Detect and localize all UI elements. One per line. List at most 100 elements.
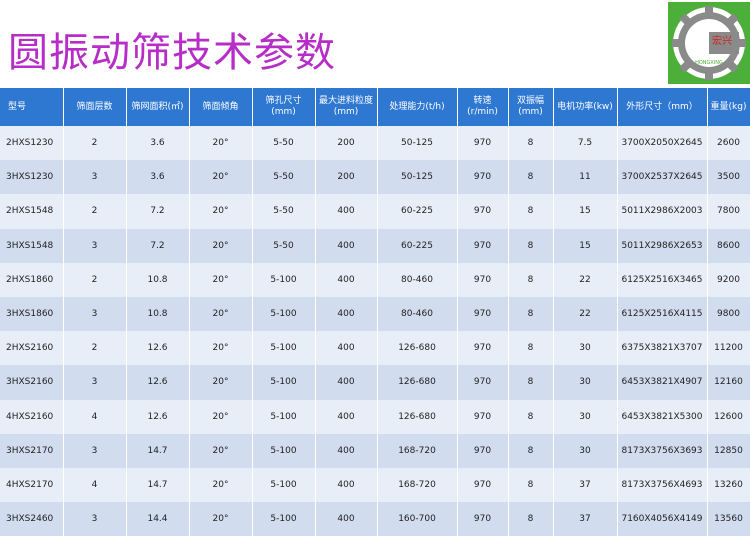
table-cell: 60-225 (377, 194, 458, 229)
model-cell: 3HXS2160 (0, 365, 64, 400)
table-cell: 8173X3756X4693 (617, 467, 708, 503)
table-cell: 5-100 (252, 296, 316, 332)
table-cell: 2 (63, 331, 127, 366)
spec-table: 型号 筛面层数 筛网面积(㎡) 筛面倾角 筛孔尺寸(mm) 最大进料粒度(mm) 处理能力(… (0, 88, 750, 537)
table-cell: 5-50 (252, 126, 316, 161)
table-cell: 400 (315, 194, 378, 229)
table-cell: 20° (189, 160, 253, 195)
table-cell: 20° (189, 365, 253, 400)
table-cell: 30 (553, 331, 618, 366)
table-cell: 20° (189, 467, 253, 503)
column-header: 电机功率(kw) (553, 88, 618, 126)
model-cell: 2HXS1230 (0, 126, 64, 161)
table-cell: 970 (457, 331, 509, 366)
table-cell: 15 (553, 194, 618, 229)
table-cell: 6375X3821X3707 (617, 331, 708, 366)
table-cell: 14.4 (126, 502, 190, 537)
table-cell: 970 (457, 365, 509, 400)
column-header: 外形尺寸（mm） (617, 88, 708, 126)
column-header: 双振幅(mm) (508, 88, 554, 126)
model-cell: 3HXS1548 (0, 228, 64, 263)
table-cell: 11 (553, 160, 618, 195)
table-cell: 2 (63, 126, 127, 161)
table-cell: 37 (553, 467, 618, 503)
table-cell: 20° (189, 262, 253, 297)
table-cell: 8 (508, 433, 554, 468)
table-cell: 5-100 (252, 365, 316, 400)
table-row: 3HXS2460 3 14.4 20° 5-100 400 160-700 970 8 37 716… (0, 502, 750, 537)
page-title: 圆振动筛技术参数 (8, 30, 336, 76)
table-cell: 80-460 (377, 262, 458, 297)
table-cell: 8 (508, 126, 554, 161)
table-cell: 8 (508, 228, 554, 263)
table-cell: 970 (457, 433, 509, 468)
table-cell: 200 (315, 160, 378, 195)
table-row: 3HXS1548 3 7.2 20° 5-50 400 60-225 970 8 15 5011X2… (0, 228, 750, 263)
table-cell: 20° (189, 126, 253, 161)
table-cell: 5-100 (252, 467, 316, 503)
table-cell: 12.6 (126, 365, 190, 400)
table-cell: 8 (508, 262, 554, 297)
table-cell: 13260 (707, 467, 750, 503)
table-cell: 8 (508, 399, 554, 434)
table-cell: 400 (315, 331, 378, 366)
table-cell: 4 (63, 399, 127, 434)
table-cell: 5-100 (252, 262, 316, 297)
table-cell: 7.2 (126, 194, 190, 229)
table-cell: 126-680 (377, 399, 458, 434)
model-cell: 3HXS1230 (0, 160, 64, 195)
table-cell: 5-50 (252, 228, 316, 263)
table-cell: 14.7 (126, 433, 190, 468)
table-cell: 6453X3821X4907 (617, 365, 708, 400)
table-row: 3HXS1230 3 3.6 20° 5-50 200 50-125 970 8 11 3700X2… (0, 160, 750, 195)
column-header: 处理能力(t/h) (377, 88, 458, 126)
table-cell: 3 (63, 365, 127, 400)
model-cell: 4HXS2160 (0, 399, 64, 434)
table-cell: 3 (63, 433, 127, 468)
table-cell: 400 (315, 433, 378, 468)
svg-text:宏兴: 宏兴 (712, 34, 732, 47)
model-cell: 4HXS2170 (0, 467, 64, 503)
column-header: 型号 (0, 88, 64, 126)
table-cell: 970 (457, 160, 509, 195)
column-header: 重量(kg) (707, 88, 750, 126)
table-cell: 160-700 (377, 502, 458, 537)
table-cell: 20° (189, 228, 253, 263)
table-cell: 970 (457, 126, 509, 161)
model-cell: 3HXS1860 (0, 296, 64, 332)
table-cell: 970 (457, 194, 509, 229)
table-cell: 970 (457, 502, 509, 537)
column-header: 转速(r/min) (457, 88, 509, 126)
table-cell: 60-225 (377, 228, 458, 263)
table-cell: 6125X2516X3465 (617, 262, 708, 297)
table-cell: 20° (189, 331, 253, 366)
table-cell: 970 (457, 296, 509, 332)
table-cell: 5011X2986X2003 (617, 194, 708, 229)
table-cell: 30 (553, 433, 618, 468)
table-row: 3HXS2160 3 12.6 20° 5-100 400 126-680 970 8 30 645… (0, 365, 750, 400)
table-cell: 5-100 (252, 502, 316, 537)
table-cell: 3 (63, 296, 127, 332)
table-cell: 12160 (707, 365, 750, 400)
table-cell: 15 (553, 228, 618, 263)
table-cell: 22 (553, 296, 618, 332)
table-cell: 3500 (707, 160, 750, 195)
table-cell: 20° (189, 296, 253, 332)
table-cell: 7.2 (126, 228, 190, 263)
table-cell: 12.6 (126, 331, 190, 366)
table-cell: 168-720 (377, 433, 458, 468)
column-header: 筛孔尺寸(mm) (252, 88, 316, 126)
table-cell: 20° (189, 399, 253, 434)
table-cell: 400 (315, 399, 378, 434)
table-cell: 126-680 (377, 365, 458, 400)
table-cell: 10.8 (126, 262, 190, 297)
table-cell: 50-125 (377, 126, 458, 161)
table-cell: 4 (63, 467, 127, 503)
table-cell: 400 (315, 296, 378, 332)
table-cell: 970 (457, 228, 509, 263)
table-row: 4HXS2170 4 14.7 20° 5-100 400 168-720 970 8 37 817… (0, 467, 750, 503)
table-cell: 20° (189, 433, 253, 468)
table-cell: 6453X3821X5300 (617, 399, 708, 434)
table-cell: 8 (508, 194, 554, 229)
model-cell: 3HXS2170 (0, 433, 64, 468)
